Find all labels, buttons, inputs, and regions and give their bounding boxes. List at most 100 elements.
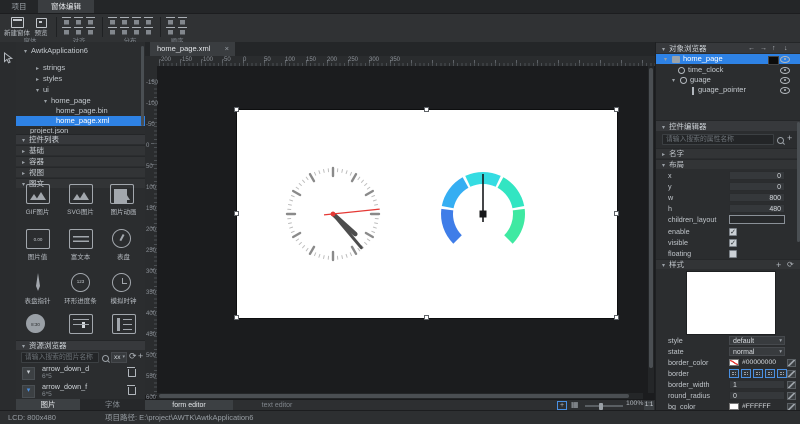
selection-handle[interactable] — [234, 211, 239, 216]
design-viewport[interactable] — [157, 66, 655, 393]
style-reset-icon[interactable] — [787, 392, 796, 400]
tab-form-edit[interactable]: 窗体编辑 — [38, 0, 94, 13]
send-back-icon[interactable] — [178, 27, 187, 35]
bring-front-icon[interactable] — [166, 27, 175, 35]
distribute-right-icon[interactable] — [144, 17, 153, 25]
analog-clock-widget[interactable] — [283, 164, 383, 264]
bring-forward-icon[interactable] — [166, 17, 175, 25]
border-toggle-button[interactable] — [741, 369, 751, 378]
move-tool-icon[interactable]: + — [557, 401, 567, 410]
style-preview[interactable] — [686, 271, 776, 335]
tree-item-home-page[interactable]: ▾home_page — [16, 96, 145, 106]
section-name[interactable]: ▸ 名字 — [656, 148, 800, 158]
selection-handle[interactable] — [424, 315, 429, 320]
object-browser-header[interactable]: ▾ 对象浏览器 ← → ↑ ↓ — [656, 42, 800, 53]
visibility-eye-icon[interactable] — [780, 56, 790, 63]
object-row-guage-pointer[interactable]: guage_pointer — [656, 85, 800, 95]
align-center-icon[interactable] — [74, 27, 83, 35]
left-panel-scrollbar[interactable] — [141, 46, 144, 126]
section-layout[interactable]: ▾ 布局 — [656, 159, 800, 169]
move-right-icon[interactable]: → — [760, 43, 767, 54]
send-backward-icon[interactable] — [178, 17, 187, 25]
section-style[interactable]: ▾ 样式 + ⟳ — [656, 259, 800, 269]
h-field[interactable]: 480 — [729, 204, 785, 213]
trash-icon[interactable] — [128, 369, 136, 377]
distribute-even-icon[interactable] — [144, 27, 153, 35]
resource-browser-header[interactable]: ▾ 资源浏览器 — [16, 340, 145, 350]
distribute-h-icon[interactable] — [108, 17, 117, 25]
text-selector-icon[interactable] — [69, 314, 93, 334]
border-toggle-button[interactable] — [729, 369, 739, 378]
move-up-icon[interactable]: ↑ — [772, 43, 776, 54]
selection-handle[interactable] — [234, 107, 239, 112]
add-resource-icon[interactable]: + — [138, 351, 143, 361]
border-width-field[interactable]: 1 — [729, 380, 785, 389]
children-layout-field[interactable] — [729, 215, 785, 224]
add-style-icon[interactable]: + — [776, 260, 781, 270]
enable-checkbox[interactable]: ✓ — [729, 228, 737, 236]
object-row-home-page[interactable]: ▾ home_page — [656, 54, 800, 64]
zoom-slider-thumb[interactable] — [599, 403, 603, 410]
close-icon[interactable]: × — [225, 42, 229, 56]
bg-color-swatch[interactable] — [729, 403, 739, 410]
vertical-scrollbar[interactable] — [648, 66, 654, 393]
trash-icon[interactable] — [128, 387, 136, 395]
category-container[interactable]: ▸ 容器 — [16, 156, 145, 166]
resource-search-input[interactable] — [21, 352, 99, 363]
scrollbar-thumb[interactable] — [159, 394, 629, 398]
y-field[interactable]: 0 — [729, 182, 785, 191]
tree-item-strings[interactable]: ▸strings — [16, 63, 145, 73]
style-dropdown[interactable]: default▾ — [729, 336, 785, 345]
tab-fonts[interactable]: 字体 — [80, 399, 145, 410]
refresh-icon[interactable]: ⟳ — [129, 351, 137, 362]
property-search-input[interactable] — [662, 134, 774, 145]
move-down-icon[interactable]: ↓ — [784, 43, 788, 54]
round-radius-field[interactable]: 0 — [729, 391, 785, 400]
visibility-eye-icon[interactable] — [780, 67, 790, 74]
tree-item-styles[interactable]: ▸styles — [16, 74, 145, 84]
add-property-icon[interactable]: + — [787, 133, 792, 143]
tab-project[interactable]: 项目 — [2, 0, 36, 13]
search-icon[interactable] — [777, 137, 784, 144]
style-reset-icon[interactable] — [787, 381, 796, 389]
selection-handle[interactable] — [234, 315, 239, 320]
search-icon[interactable] — [102, 355, 109, 362]
refresh-style-icon[interactable]: ⟳ — [787, 260, 794, 270]
design-page[interactable] — [237, 110, 617, 318]
border-toggle-button[interactable] — [753, 369, 763, 378]
category-basic[interactable]: ▸ 基础 — [16, 145, 145, 155]
state-dropdown[interactable]: normal▾ — [729, 347, 785, 356]
tree-item-home-page-bin[interactable]: home_page.bin — [16, 106, 145, 116]
object-row-time-clock[interactable]: time_clock — [656, 65, 800, 75]
selection-handle[interactable] — [614, 315, 619, 320]
style-reset-icon[interactable] — [787, 359, 796, 367]
tab-images[interactable]: 图片 — [16, 399, 80, 410]
color-swatch[interactable] — [768, 56, 779, 65]
prop-editor-header[interactable]: ▾ 控件编辑器 — [656, 120, 800, 131]
tree-item-ui[interactable]: ▾ui — [16, 85, 145, 95]
tree-root-row[interactable]: ▾AwtkApplication6 — [16, 46, 145, 56]
document-tab[interactable]: home_page.xml × — [150, 42, 235, 56]
move-left-icon[interactable]: ← — [748, 43, 755, 54]
visible-checkbox[interactable]: ✓ — [729, 239, 737, 247]
w-field[interactable]: 800 — [729, 193, 785, 202]
zoom-reset-button[interactable]: 1:1 — [644, 401, 654, 410]
same-height-icon[interactable] — [120, 27, 129, 35]
x-field[interactable]: 0 — [729, 171, 785, 180]
border-toggle-button[interactable] — [765, 369, 775, 378]
floating-checkbox[interactable] — [729, 250, 737, 258]
select-tool-icon[interactable] — [3, 52, 14, 64]
resource-filter-dropdown[interactable]: xx▾ — [111, 352, 127, 363]
list-view-icon[interactable] — [112, 314, 136, 334]
align-bottom-icon[interactable] — [86, 17, 95, 25]
visibility-eye-icon[interactable] — [780, 87, 790, 94]
same-size-icon[interactable] — [132, 27, 141, 35]
align-right-icon[interactable] — [86, 27, 95, 35]
digital-clock-icon[interactable]: 8:30 — [26, 314, 45, 333]
category-view[interactable]: ▸ 视图 — [16, 167, 145, 177]
visibility-eye-icon[interactable] — [780, 77, 790, 84]
style-reset-icon[interactable] — [787, 370, 796, 378]
distribute-v-icon[interactable] — [120, 17, 129, 25]
align-top-icon[interactable] — [62, 17, 71, 25]
distribute-left-icon[interactable] — [132, 17, 141, 25]
